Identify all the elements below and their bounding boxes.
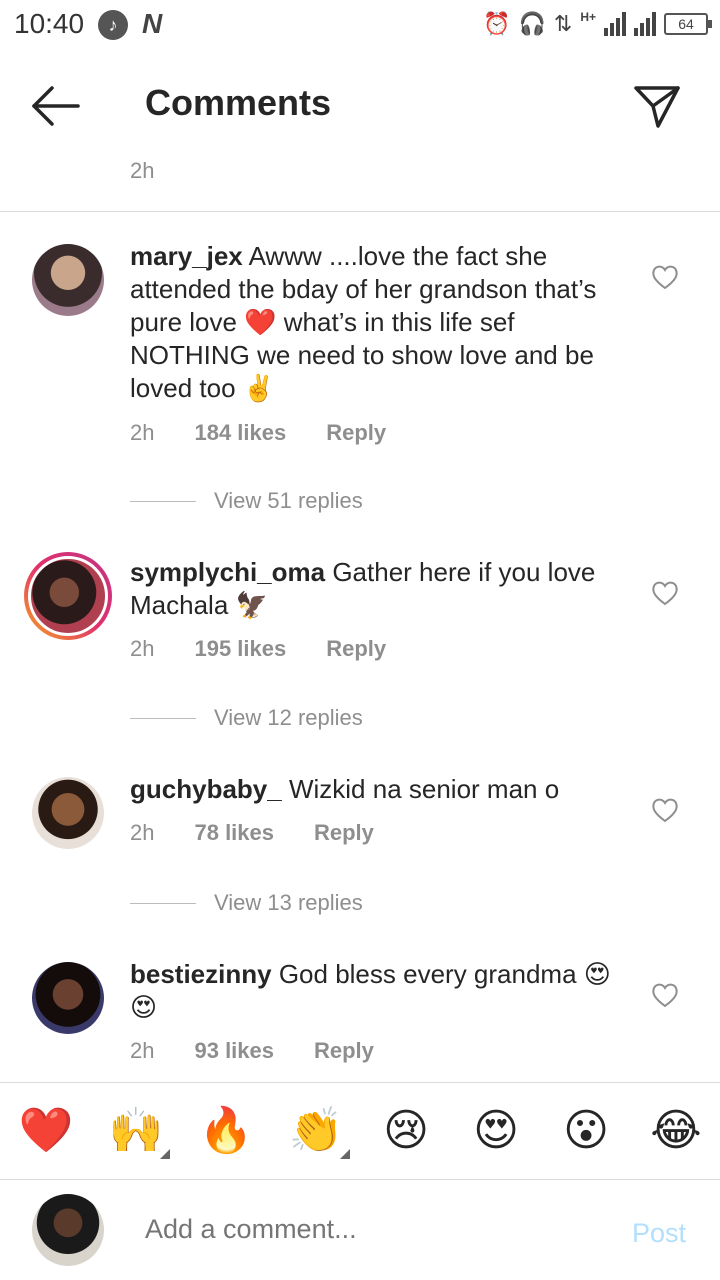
alarm-icon: ⏰ xyxy=(483,11,511,36)
reply-button[interactable]: Reply xyxy=(314,1038,374,1064)
music-icon: ♪ xyxy=(98,10,128,40)
avatar-story-ring[interactable] xyxy=(24,552,112,640)
comment-username[interactable]: guchybaby_ xyxy=(130,774,282,804)
status-icons: ⏰ 🎧 ⇅ H+ 64 xyxy=(483,8,712,40)
comment-time: 2h xyxy=(130,420,155,445)
comment-time: 2h xyxy=(130,636,155,661)
divider xyxy=(130,717,196,719)
comment-meta: 2h 78 likes Reply xyxy=(130,820,374,846)
comment-username[interactable]: bestiezinny xyxy=(130,959,272,989)
emoji-raising-hands-glyph: 🙌 xyxy=(108,1106,164,1155)
likes-count[interactable]: 195 likes xyxy=(194,636,286,662)
view-replies-label: View 13 replies xyxy=(214,890,363,915)
comment-text: mary_jex Awww ....love the fact she atte… xyxy=(130,240,630,405)
view-replies-button[interactable]: View 12 replies xyxy=(130,705,363,731)
likes-count[interactable]: 78 likes xyxy=(194,820,274,846)
emoji-clapping-hands[interactable]: 👏 xyxy=(286,1103,350,1159)
view-replies-label: View 12 replies xyxy=(214,705,363,730)
divider xyxy=(0,211,720,212)
comment-text: guchybaby_ Wizkid na senior man o xyxy=(130,773,630,806)
like-heart-icon[interactable] xyxy=(650,795,680,825)
reply-button[interactable]: Reply xyxy=(314,820,374,846)
view-replies-button[interactable]: View 51 replies xyxy=(130,488,363,514)
comment-text: bestiezinny God bless every grandma 😍😍 xyxy=(130,958,630,1024)
caption-time: 2h xyxy=(130,158,155,183)
signal-icon xyxy=(604,12,626,36)
reply-button[interactable]: Reply xyxy=(326,636,386,662)
emoji-fire[interactable]: 🔥 xyxy=(196,1103,256,1159)
likes-count[interactable]: 184 likes xyxy=(194,420,286,446)
signal-icon-2 xyxy=(634,12,656,36)
emoji-clapping-hands-glyph: 👏 xyxy=(288,1106,344,1155)
share-button[interactable] xyxy=(628,78,684,134)
comment-time: 2h xyxy=(130,1038,155,1063)
comment-username[interactable]: mary_jex xyxy=(130,241,243,271)
status-bar: 10:40 ♪ N ⏰ 🎧 ⇅ H+ 64 xyxy=(0,0,720,50)
arrow-left-icon xyxy=(32,86,80,126)
divider xyxy=(130,500,196,502)
comment-time: 2h xyxy=(130,820,155,845)
back-button[interactable] xyxy=(28,78,84,134)
divider xyxy=(130,902,196,904)
headphones-icon: 🎧 xyxy=(518,11,546,36)
comment-meta: 2h 184 likes Reply xyxy=(130,420,386,446)
like-heart-icon[interactable] xyxy=(650,262,680,292)
reply-button[interactable]: Reply xyxy=(326,420,386,446)
comment-body: Wizkid na senior man o xyxy=(288,774,560,804)
like-heart-icon[interactable] xyxy=(650,980,680,1010)
like-heart-icon[interactable] xyxy=(650,578,680,608)
skin-tone-indicator-icon xyxy=(160,1149,170,1159)
skin-tone-indicator-icon xyxy=(340,1149,350,1159)
emoji-bar: ❤️ 🙌 🔥 👏 😢 😍 😮 😂 xyxy=(0,1082,720,1180)
network-type: H+ xyxy=(580,10,596,24)
emoji-raising-hands[interactable]: 🙌 xyxy=(106,1103,170,1159)
emoji-red-heart[interactable]: ❤️ xyxy=(16,1103,76,1159)
comment-text: symplychi_oma Gather here if you love Ma… xyxy=(130,556,630,622)
my-avatar[interactable] xyxy=(32,1194,104,1266)
emoji-heart-eyes[interactable]: 😍 xyxy=(466,1103,526,1159)
likes-count[interactable]: 93 likes xyxy=(194,1038,274,1064)
comment-meta: 2h 93 likes Reply xyxy=(130,1038,374,1064)
emoji-surprised-face[interactable]: 😮 xyxy=(556,1103,616,1159)
battery-icon: 64 xyxy=(664,13,712,35)
view-replies-label: View 51 replies xyxy=(214,488,363,513)
comment-meta: 2h 195 likes Reply xyxy=(130,636,386,662)
data-transfer-icon: ⇅ xyxy=(553,11,573,36)
status-time: 10:40 xyxy=(14,8,85,39)
avatar[interactable] xyxy=(32,777,104,849)
view-replies-button[interactable]: View 13 replies xyxy=(130,890,363,916)
page-title: Comments xyxy=(145,82,332,123)
comment-input[interactable] xyxy=(145,1214,595,1245)
post-button[interactable]: Post xyxy=(632,1218,686,1249)
add-comment-bar: Post xyxy=(0,1180,720,1280)
n-app-icon: N xyxy=(142,8,163,39)
emoji-crying-face[interactable]: 😢 xyxy=(376,1103,436,1159)
send-paper-plane-icon xyxy=(634,86,680,128)
avatar[interactable] xyxy=(32,244,104,316)
avatar[interactable] xyxy=(32,962,104,1034)
comment-username[interactable]: symplychi_oma xyxy=(130,557,325,587)
header: Comments xyxy=(0,60,720,150)
emoji-laughing-tears[interactable]: 😂 xyxy=(646,1103,706,1159)
avatar xyxy=(28,556,108,636)
